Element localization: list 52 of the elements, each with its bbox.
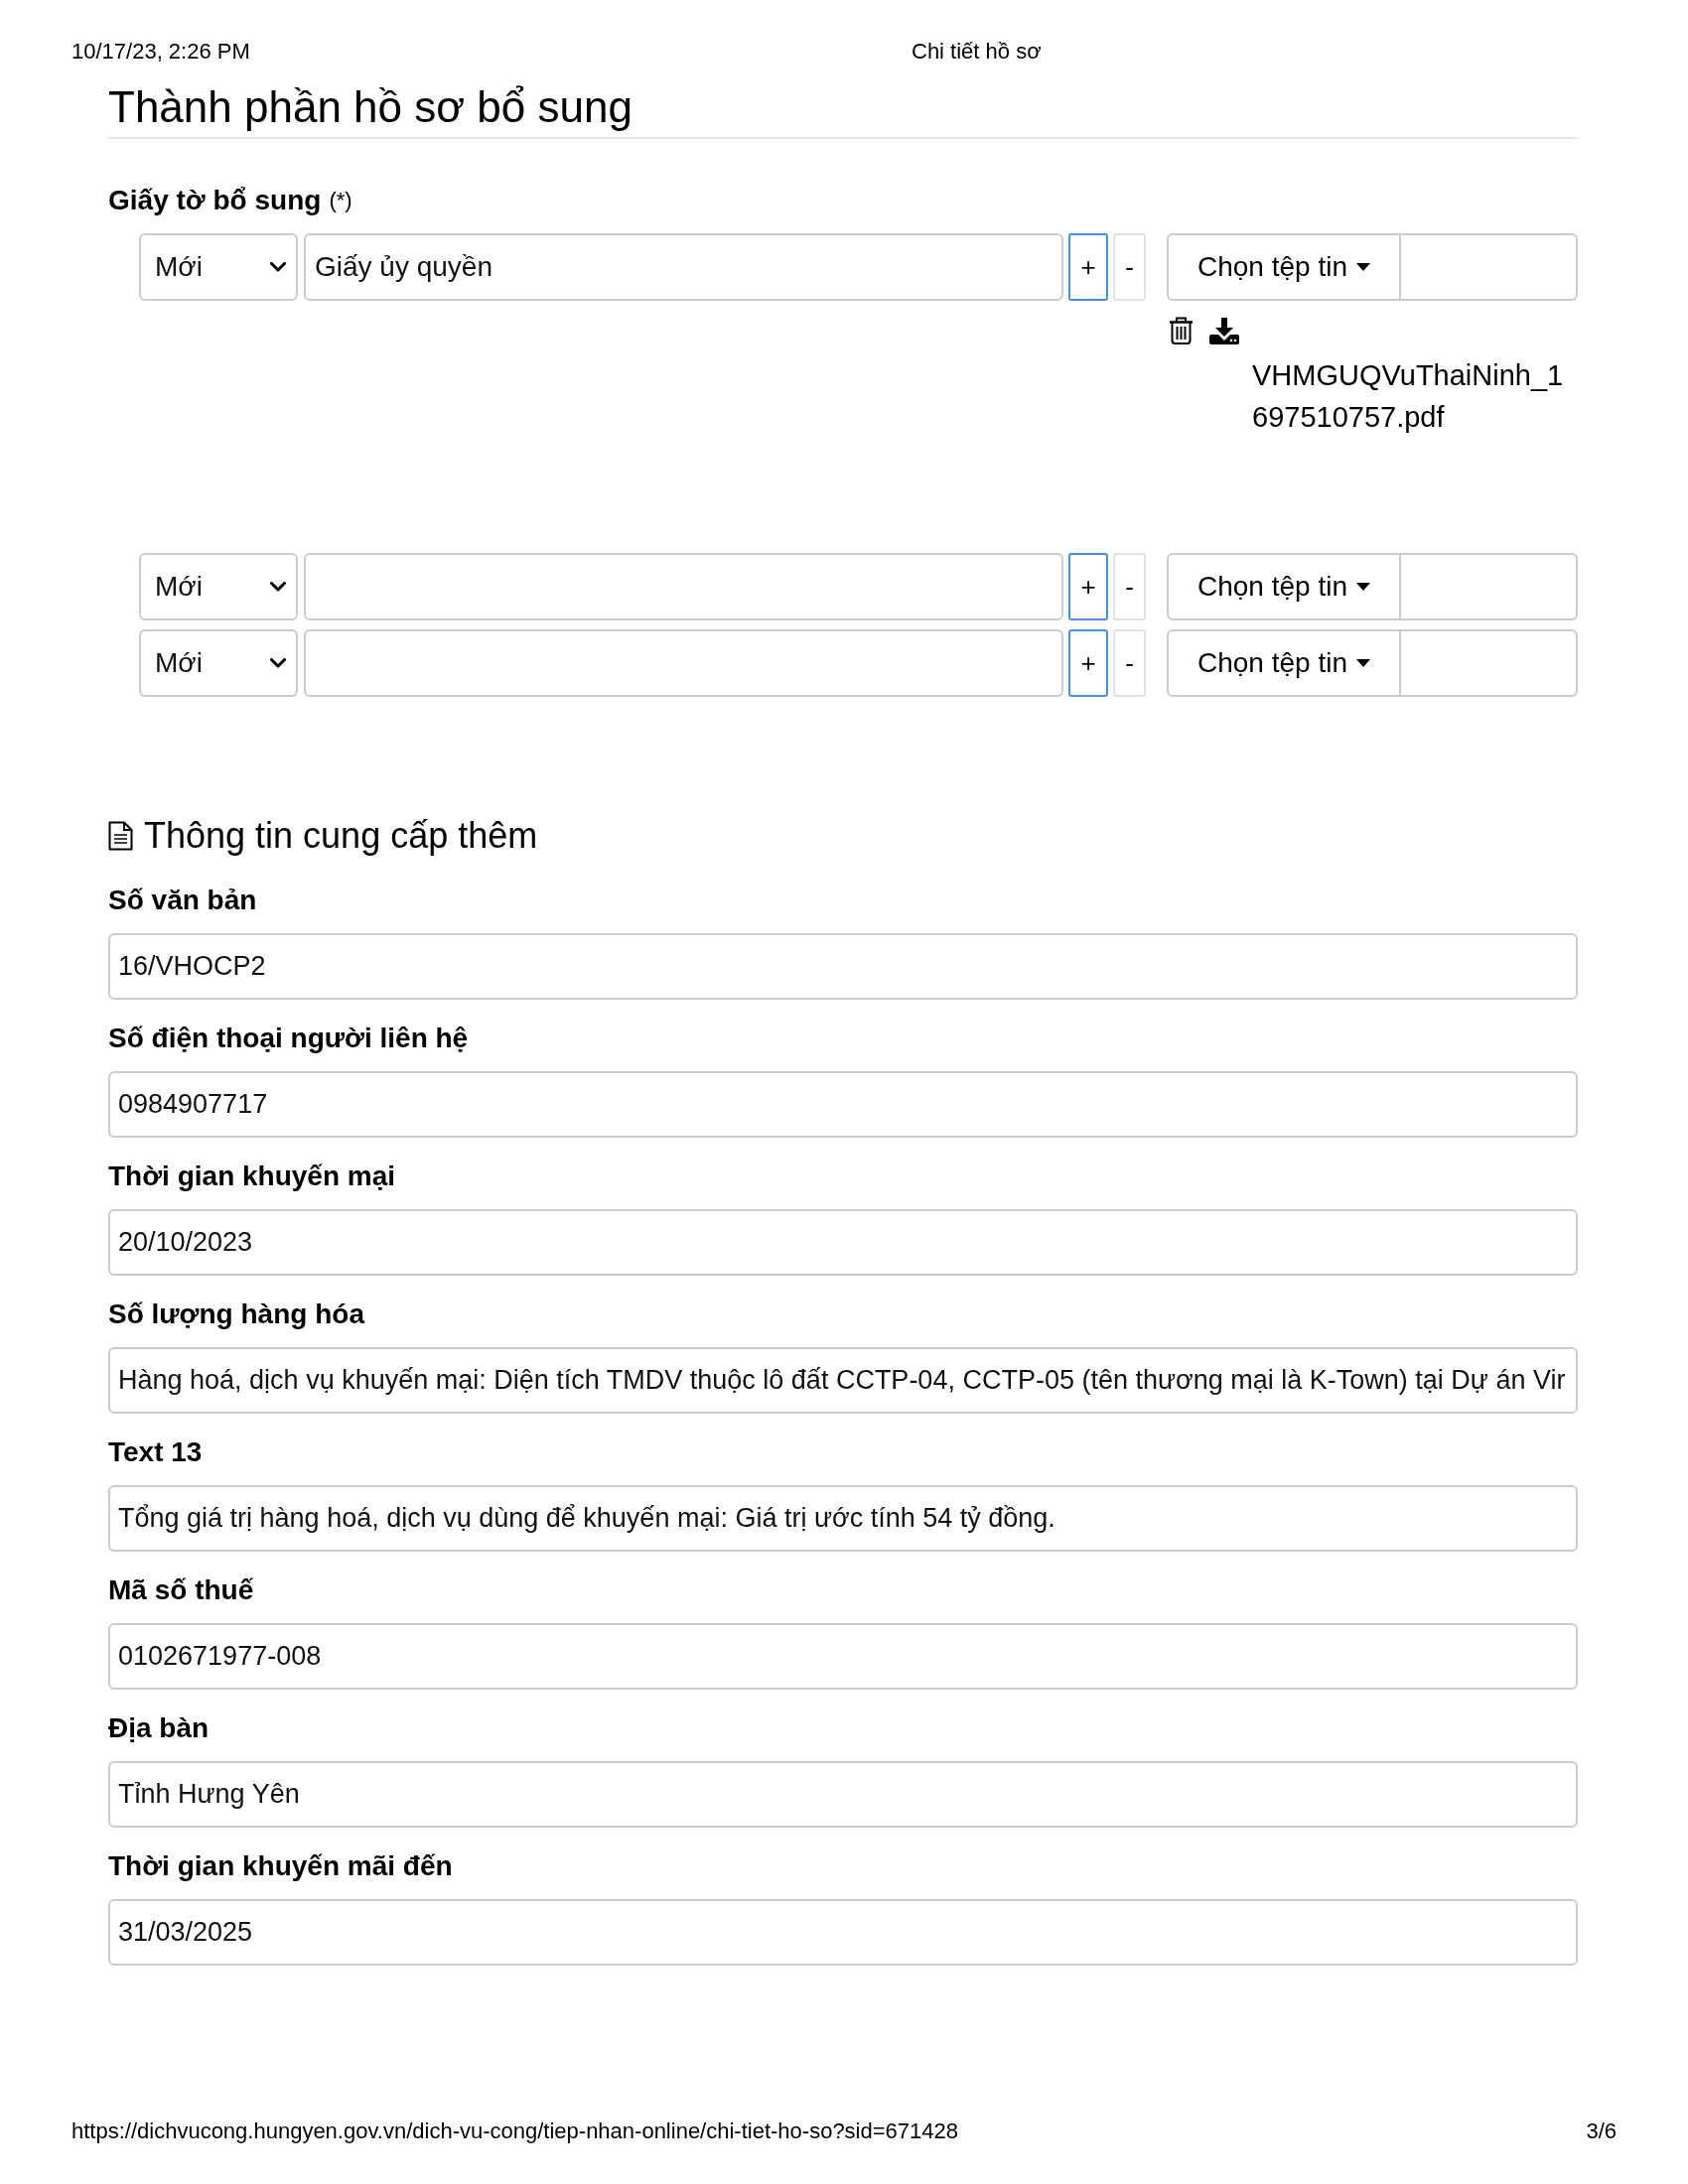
download-icon[interactable]	[1209, 317, 1239, 344]
add-button[interactable]: +	[1068, 629, 1108, 697]
text-field[interactable]: Hàng hoá, dịch vụ khuyến mại: Diện tích TMDV thuộc lô đất CCTP-04, CCTP-05 (tên thương mại là K-Town) tại Dự án Vir	[108, 1347, 1578, 1414]
section-title: Thành phần hồ sơ bổ sung	[108, 81, 633, 133]
file-name-field[interactable]	[1401, 233, 1578, 301]
caret-icon	[1356, 263, 1370, 271]
add-button[interactable]: +	[1068, 233, 1108, 301]
required-mark: (*)	[329, 187, 352, 214]
text-field[interactable]: 0984907717	[108, 1071, 1578, 1138]
text-field[interactable]: 16/VHOCP2	[108, 933, 1578, 1000]
text-field[interactable]: Tổng giá trị hàng hoá, dịch vụ dùng để khuyến mại: Giá trị ước tính 54 tỷ đồng.	[108, 1485, 1578, 1552]
field-label: Text 13	[108, 1435, 203, 1469]
field-label: Địa bàn	[108, 1711, 210, 1745]
type-select[interactable]: Mới	[139, 629, 298, 697]
page-title: Chi tiết hồ sơ	[912, 38, 1042, 66]
text-field[interactable]: 0102671977-008	[108, 1623, 1578, 1690]
text-field[interactable]: Tỉnh Hưng Yên	[108, 1761, 1578, 1828]
attachment-file-name: VHMGUQVuThaiNinh_1697510757.pdf	[1252, 358, 1565, 435]
add-button[interactable]: +	[1068, 553, 1108, 620]
text-field[interactable]: 31/03/2025	[108, 1899, 1578, 1966]
field-label: Số lượng hàng hóa	[108, 1297, 364, 1331]
field-label: Mã số thuế	[108, 1573, 254, 1607]
file-name-field[interactable]	[1401, 553, 1578, 620]
caret-icon	[1356, 659, 1370, 667]
remove-button[interactable]: -	[1113, 629, 1146, 697]
field-label: Thời gian khuyến mại	[108, 1160, 396, 1193]
choose-file-button[interactable]: Chọn tệp tin	[1167, 553, 1401, 620]
choose-file-button[interactable]: Chọn tệp tin	[1167, 629, 1401, 697]
field-label: Thời gian khuyến mãi đến	[108, 1849, 453, 1883]
chevron-down-icon	[270, 582, 286, 592]
remove-button[interactable]: -	[1113, 553, 1146, 620]
page-number: 3/6	[1586, 2117, 1617, 2145]
print-date: 10/17/23, 2:26 PM	[71, 38, 250, 66]
file-name-field[interactable]	[1401, 629, 1578, 697]
chevron-down-icon	[270, 262, 286, 272]
trash-icon[interactable]	[1169, 317, 1194, 344]
remove-button[interactable]: -	[1113, 233, 1146, 301]
document-name-field[interactable]: Giấy ủy quyền	[304, 233, 1063, 301]
chevron-down-icon	[270, 658, 286, 668]
section-title: Thông tin cung cấp thêm	[144, 814, 538, 858]
type-select[interactable]: Mới	[139, 553, 298, 620]
field-label: Số văn bản	[108, 884, 257, 917]
page-url: https://dichvucong.hungyen.gov.vn/dich-vu-cong/tiep-nhan-online/chi-tiet-ho-so?sid=671428	[71, 2117, 958, 2145]
field-label: Giấy tờ bổ sung	[108, 184, 322, 217]
document-icon	[108, 821, 133, 851]
document-name-field[interactable]	[304, 553, 1063, 620]
type-select[interactable]: Mới	[139, 233, 298, 301]
field-label: Số điện thoại người liên hệ	[108, 1022, 469, 1055]
choose-file-button[interactable]: Chọn tệp tin	[1167, 233, 1401, 301]
caret-icon	[1356, 583, 1370, 591]
document-name-field[interactable]	[304, 629, 1063, 697]
text-field[interactable]: 20/10/2023	[108, 1209, 1578, 1276]
